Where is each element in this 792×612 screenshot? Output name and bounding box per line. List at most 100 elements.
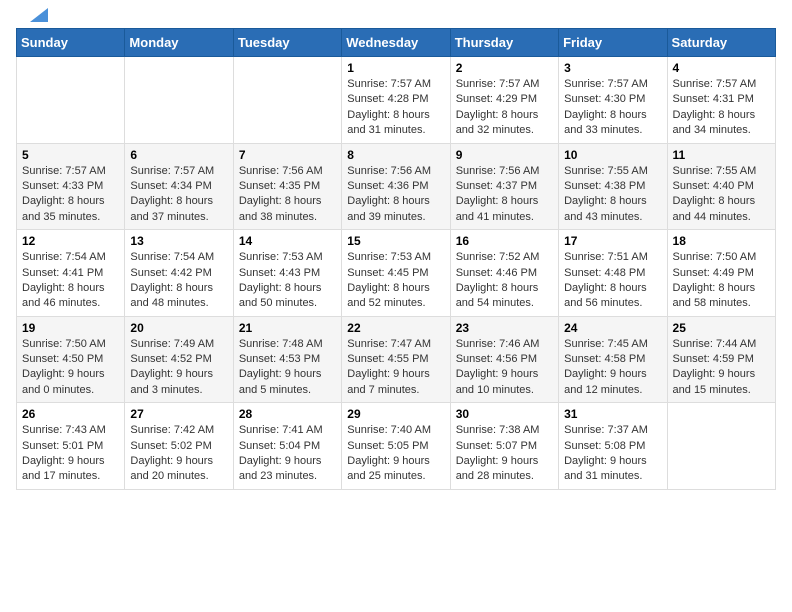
calendar-day-cell [17, 57, 125, 144]
day-info: Sunrise: 7:37 AM Sunset: 5:08 PM Dayligh… [564, 423, 661, 485]
day-number: 2 [456, 61, 553, 75]
calendar-day-cell: 17 Sunrise: 7:51 AM Sunset: 4:48 PM Dayli… [559, 230, 667, 317]
day-info: Sunrise: 7:53 AM Sunset: 4:45 PM Dayligh… [347, 250, 444, 312]
day-info: Sunrise: 7:56 AM Sunset: 4:36 PM Dayligh… [347, 164, 444, 226]
day-of-week-header: Wednesday [342, 29, 450, 57]
day-number: 27 [130, 407, 227, 421]
calendar-week-row: 19 Sunrise: 7:50 AM Sunset: 4:50 PM Dayli… [17, 316, 776, 403]
day-of-week-header: Monday [125, 29, 233, 57]
calendar-day-cell: 29 Sunrise: 7:40 AM Sunset: 5:05 PM Dayli… [342, 403, 450, 490]
day-info: Sunrise: 7:43 AM Sunset: 5:01 PM Dayligh… [22, 423, 119, 485]
day-info: Sunrise: 7:44 AM Sunset: 4:59 PM Dayligh… [673, 337, 770, 399]
day-number: 8 [347, 148, 444, 162]
calendar-day-cell: 18 Sunrise: 7:50 AM Sunset: 4:49 PM Dayli… [667, 230, 775, 317]
day-info: Sunrise: 7:55 AM Sunset: 4:40 PM Dayligh… [673, 164, 770, 226]
day-info: Sunrise: 7:48 AM Sunset: 4:53 PM Dayligh… [239, 337, 336, 399]
calendar-day-cell: 16 Sunrise: 7:52 AM Sunset: 4:46 PM Dayli… [450, 230, 558, 317]
calendar-day-cell: 26 Sunrise: 7:43 AM Sunset: 5:01 PM Dayli… [17, 403, 125, 490]
calendar-day-cell: 27 Sunrise: 7:42 AM Sunset: 5:02 PM Dayli… [125, 403, 233, 490]
calendar-week-row: 12 Sunrise: 7:54 AM Sunset: 4:41 PM Dayli… [17, 230, 776, 317]
day-info: Sunrise: 7:50 AM Sunset: 4:50 PM Dayligh… [22, 337, 119, 399]
day-info: Sunrise: 7:57 AM Sunset: 4:33 PM Dayligh… [22, 164, 119, 226]
calendar-day-cell: 8 Sunrise: 7:56 AM Sunset: 4:36 PM Daylig… [342, 143, 450, 230]
day-number: 26 [22, 407, 119, 421]
day-number: 11 [673, 148, 770, 162]
day-number: 23 [456, 321, 553, 335]
day-number: 30 [456, 407, 553, 421]
day-info: Sunrise: 7:57 AM Sunset: 4:29 PM Dayligh… [456, 77, 553, 139]
calendar-day-cell: 11 Sunrise: 7:55 AM Sunset: 4:40 PM Dayli… [667, 143, 775, 230]
day-number: 19 [22, 321, 119, 335]
day-info: Sunrise: 7:57 AM Sunset: 4:30 PM Dayligh… [564, 77, 661, 139]
day-info: Sunrise: 7:46 AM Sunset: 4:56 PM Dayligh… [456, 337, 553, 399]
day-info: Sunrise: 7:54 AM Sunset: 4:42 PM Dayligh… [130, 250, 227, 312]
calendar-day-cell: 7 Sunrise: 7:56 AM Sunset: 4:35 PM Daylig… [233, 143, 341, 230]
day-number: 3 [564, 61, 661, 75]
day-number: 12 [22, 234, 119, 248]
calendar-day-cell: 30 Sunrise: 7:38 AM Sunset: 5:07 PM Dayli… [450, 403, 558, 490]
day-info: Sunrise: 7:53 AM Sunset: 4:43 PM Dayligh… [239, 250, 336, 312]
calendar-day-cell: 23 Sunrise: 7:46 AM Sunset: 4:56 PM Dayli… [450, 316, 558, 403]
calendar-day-cell: 15 Sunrise: 7:53 AM Sunset: 4:45 PM Dayli… [342, 230, 450, 317]
day-number: 15 [347, 234, 444, 248]
calendar-header-row: SundayMondayTuesdayWednesdayThursdayFrid… [17, 29, 776, 57]
day-of-week-header: Friday [559, 29, 667, 57]
day-of-week-header: Sunday [17, 29, 125, 57]
day-number: 5 [22, 148, 119, 162]
calendar-day-cell: 14 Sunrise: 7:53 AM Sunset: 4:43 PM Dayli… [233, 230, 341, 317]
calendar-day-cell: 6Sunrise: 7:57 AM Sunset: 4:34 PM Daylig… [125, 143, 233, 230]
day-info: Sunrise: 7:50 AM Sunset: 4:49 PM Dayligh… [673, 250, 770, 312]
day-info: Sunrise: 7:56 AM Sunset: 4:37 PM Dayligh… [456, 164, 553, 226]
calendar-day-cell: 10 Sunrise: 7:55 AM Sunset: 4:38 PM Dayli… [559, 143, 667, 230]
day-number: 14 [239, 234, 336, 248]
calendar-week-row: 26 Sunrise: 7:43 AM Sunset: 5:01 PM Dayli… [17, 403, 776, 490]
day-number: 28 [239, 407, 336, 421]
calendar-day-cell: 9 Sunrise: 7:56 AM Sunset: 4:37 PM Daylig… [450, 143, 558, 230]
day-number: 24 [564, 321, 661, 335]
day-number: 4 [673, 61, 770, 75]
day-info: Sunrise: 7:57 AM Sunset: 4:31 PM Dayligh… [673, 77, 770, 139]
calendar-day-cell [667, 403, 775, 490]
day-number: 1 [347, 61, 444, 75]
day-number: 25 [673, 321, 770, 335]
calendar-day-cell [125, 57, 233, 144]
calendar-table: SundayMondayTuesdayWednesdayThursdayFrid… [16, 28, 776, 490]
day-info: Sunrise: 7:45 AM Sunset: 4:58 PM Dayligh… [564, 337, 661, 399]
day-number: 7 [239, 148, 336, 162]
day-info: Sunrise: 7:54 AM Sunset: 4:41 PM Dayligh… [22, 250, 119, 312]
day-info: Sunrise: 7:56 AM Sunset: 4:35 PM Dayligh… [239, 164, 336, 226]
calendar-day-cell: 19 Sunrise: 7:50 AM Sunset: 4:50 PM Dayli… [17, 316, 125, 403]
calendar-day-cell: 20Sunrise: 7:49 AM Sunset: 4:52 PM Dayli… [125, 316, 233, 403]
calendar-day-cell [233, 57, 341, 144]
day-number: 21 [239, 321, 336, 335]
day-number: 6 [130, 148, 227, 162]
calendar-day-cell: 21 Sunrise: 7:48 AM Sunset: 4:53 PM Dayli… [233, 316, 341, 403]
day-number: 20 [130, 321, 227, 335]
day-number: 22 [347, 321, 444, 335]
day-info: Sunrise: 7:38 AM Sunset: 5:07 PM Dayligh… [456, 423, 553, 485]
day-info: Sunrise: 7:57 AM Sunset: 4:28 PM Dayligh… [347, 77, 444, 139]
day-info: Sunrise: 7:51 AM Sunset: 4:48 PM Dayligh… [564, 250, 661, 312]
day-number: 9 [456, 148, 553, 162]
day-of-week-header: Thursday [450, 29, 558, 57]
day-info: Sunrise: 7:40 AM Sunset: 5:05 PM Dayligh… [347, 423, 444, 485]
calendar-day-cell: 2 Sunrise: 7:57 AM Sunset: 4:29 PM Daylig… [450, 57, 558, 144]
day-number: 29 [347, 407, 444, 421]
calendar-day-cell: 5 Sunrise: 7:57 AM Sunset: 4:33 PM Daylig… [17, 143, 125, 230]
day-number: 16 [456, 234, 553, 248]
day-info: Sunrise: 7:41 AM Sunset: 5:04 PM Dayligh… [239, 423, 336, 485]
calendar-week-row: 1 Sunrise: 7:57 AM Sunset: 4:28 PM Daylig… [17, 57, 776, 144]
calendar-day-cell: 3 Sunrise: 7:57 AM Sunset: 4:30 PM Daylig… [559, 57, 667, 144]
day-number: 13 [130, 234, 227, 248]
day-number: 18 [673, 234, 770, 248]
calendar-day-cell: 22Sunrise: 7:47 AM Sunset: 4:55 PM Dayli… [342, 316, 450, 403]
day-number: 17 [564, 234, 661, 248]
day-info: Sunrise: 7:55 AM Sunset: 4:38 PM Dayligh… [564, 164, 661, 226]
day-of-week-header: Saturday [667, 29, 775, 57]
calendar-day-cell: 24 Sunrise: 7:45 AM Sunset: 4:58 PM Dayli… [559, 316, 667, 403]
day-info: Sunrise: 7:42 AM Sunset: 5:02 PM Dayligh… [130, 423, 227, 485]
calendar-day-cell: 25 Sunrise: 7:44 AM Sunset: 4:59 PM Dayli… [667, 316, 775, 403]
day-info: Sunrise: 7:52 AM Sunset: 4:46 PM Dayligh… [456, 250, 553, 312]
day-number: 10 [564, 148, 661, 162]
calendar-week-row: 5 Sunrise: 7:57 AM Sunset: 4:33 PM Daylig… [17, 143, 776, 230]
